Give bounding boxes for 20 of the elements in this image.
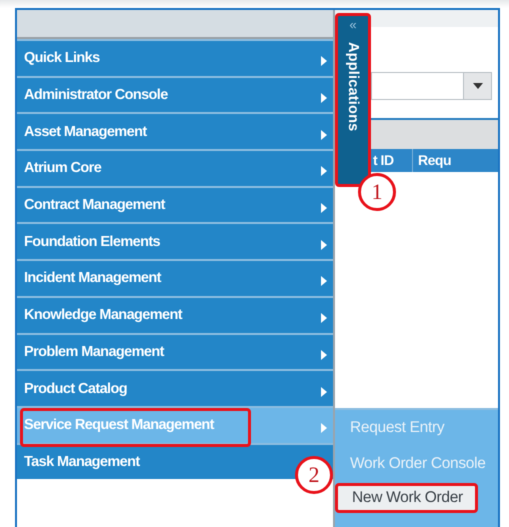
- menu-item[interactable]: Asset Management: [17, 112, 333, 150]
- column-header[interactable]: Requ: [413, 149, 498, 172]
- step-callout: 1: [358, 173, 396, 211]
- menu-item[interactable]: Foundation Elements: [17, 222, 333, 260]
- caret-icon: [472, 83, 482, 89]
- dropdown-button[interactable]: [463, 73, 491, 99]
- menu-item[interactable]: Quick Links: [17, 39, 333, 76]
- collapse-button[interactable]: «: [349, 18, 357, 32]
- menu-item[interactable]: Administrator Console: [17, 76, 333, 112]
- menu-item[interactable]: Problem Management: [17, 332, 333, 370]
- menu-item[interactable]: Knowledge Management: [17, 296, 333, 332]
- menu-item[interactable]: Incident Management: [17, 259, 333, 296]
- menu-item[interactable]: Contract Management: [17, 186, 333, 222]
- submenu-item[interactable]: New Work Order: [335, 483, 478, 513]
- step-callout: 2: [295, 456, 333, 494]
- menu-item[interactable]: Atrium Core: [17, 149, 333, 186]
- applications-tab[interactable]: « Applications: [335, 13, 371, 187]
- menu-item[interactable]: Product Catalog: [17, 369, 333, 406]
- dropdown-field[interactable]: [371, 72, 492, 100]
- menu-item[interactable]: Service Request Management: [17, 406, 333, 443]
